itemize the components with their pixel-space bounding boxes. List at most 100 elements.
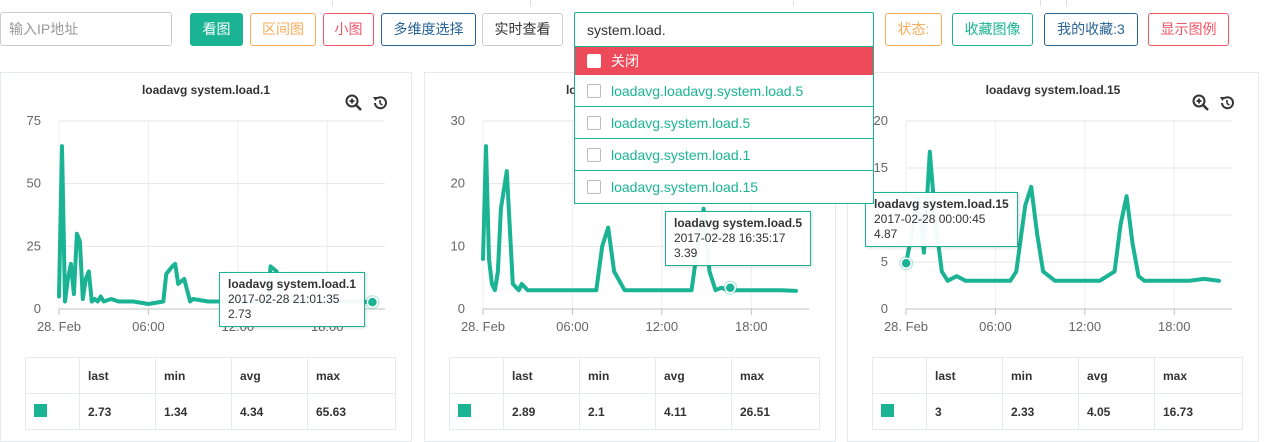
stats-value-row: 2.89 2.1 4.11 26.51 [449,393,820,430]
chart-tooltip: loadavg system.load.15 2017-02-28 00:00:… [865,192,1018,247]
y-tick-label: 75 [27,113,41,128]
dropdown-close-label: 关闭 [611,53,639,69]
series-color-cell [25,393,80,430]
tooltip-time: 2017-02-28 21:01:35 [228,292,340,306]
realtime-view-button[interactable]: 实时查看 [482,13,563,46]
stats-header-cell: max [731,357,820,394]
stats-value-row: 2.73 1.34 4.34 65.63 [25,393,396,430]
tooltip-series-name: loadavg system.load.1 [228,277,357,291]
stats-header-cell: min [579,357,656,394]
stats-header-cell: min [155,357,232,394]
stats-header-cell: last [503,357,580,394]
status-button[interactable]: 状态: [885,13,942,46]
y-tick-label: 15 [874,160,888,175]
stats-table: last min avg max 2.73 1.34 4.34 65.63 [25,357,396,430]
checkbox[interactable] [587,83,601,98]
chart-panel: 2015105028. Feb06:0012:0018:00 loadavg s… [847,72,1259,442]
view-graph-button[interactable]: 看图 [190,13,243,46]
y-tick-label: 50 [27,176,41,191]
stats-header-cell [449,357,504,394]
tooltip-series-name: loadavg system.load.5 [674,216,803,230]
series-swatch [34,403,47,417]
chart-panel: 755025028. Feb06:0012:0018:00 loadavg sy… [0,72,412,442]
y-tick-label: 20 [451,176,465,191]
x-tick-label: 06:00 [132,319,165,334]
stats-header-cell: min [1002,357,1079,394]
checkbox[interactable] [587,54,601,68]
stat-avg: 4.05 [1078,393,1155,430]
multi-dimension-button[interactable]: 多维度选择 [381,13,476,46]
tab-divider [793,0,854,6]
dropdown-item[interactable]: loadavg.system.load.15 [575,171,873,203]
stats-table: last min avg max 2.89 2.1 4.11 26.51 [449,357,820,430]
range-graph-button[interactable]: 区间图 [250,13,316,46]
dropdown-item-label: loadavg.system.load.15 [611,179,759,195]
reset-zoom-icon[interactable] [371,94,389,112]
dropdown-item[interactable]: loadavg.system.load.1 [575,139,873,171]
checkbox[interactable] [587,147,601,162]
show-legend-button[interactable]: 显示图例 [1148,13,1229,46]
checkbox[interactable] [587,180,601,194]
dropdown-item[interactable]: loadavg.system.load.5 [575,107,873,139]
browser-tabstrip [0,0,1276,6]
stats-header-cell: max [307,357,396,394]
tooltip-time: 2017-02-28 00:00:45 [874,212,986,226]
stat-avg: 4.34 [231,393,308,430]
tooltip-value: 3.39 [674,246,698,260]
favorite-image-button[interactable]: 收藏图像 [952,13,1033,46]
y-tick-label: 5 [881,254,888,269]
y-tick-label: 0 [458,301,465,316]
hover-point [366,296,379,308]
series-color-cell [872,393,927,430]
dropdown-item-label: loadavg.system.load.1 [611,146,751,163]
stat-last: 2.89 [503,393,580,430]
chart-toolbar [341,94,389,115]
small-graph-button[interactable]: 小图 [323,13,374,46]
stat-min: 1.34 [155,393,232,430]
y-tick-label: 10 [451,238,465,253]
checkbox[interactable] [587,115,601,130]
tooltip-time: 2017-02-28 16:35:17 [674,231,786,245]
stats-header-cell: avg [231,357,308,394]
stats-header-row: last min avg max [872,357,1243,394]
chart-tooltip: loadavg system.load.1 2017-02-28 21:01:3… [219,272,366,327]
stats-table: last min avg max 3 2.33 4.05 16.73 [872,357,1243,430]
series-color-cell [449,393,504,430]
tooltip-value: 2.73 [228,307,252,321]
x-tick-label: 18:00 [735,319,768,334]
series-swatch [881,403,894,417]
series-swatch [458,403,471,417]
ip-address-input[interactable] [0,12,172,46]
dropdown-item-label: loadavg.loadavg.system.load.5 [611,82,804,99]
y-tick-label: 20 [874,113,888,128]
reset-zoom-icon[interactable] [1218,94,1236,112]
toolbar: 看图 区间图 小图 多维度选择 实时查看 状态: 收藏图像 我的收藏:3 显示图… [0,12,1276,48]
x-tick-label: 12:00 [646,319,679,334]
metric-search-input[interactable] [574,12,874,47]
hover-point [724,282,736,294]
stat-max: 26.51 [731,393,820,430]
metric-dropdown: 关闭 loadavg.loadavg.system.load.5 loadavg… [574,46,874,204]
stats-header-cell [872,357,927,394]
hover-point [900,257,912,269]
stats-header-cell: last [926,357,1003,394]
dropdown-item[interactable]: loadavg.loadavg.system.load.5 [575,75,873,107]
x-tick-label: 18:00 [1158,319,1191,334]
tooltip-series-name: loadavg system.load.15 [874,197,1009,211]
zoom-in-icon[interactable] [1192,94,1210,112]
stat-min: 2.33 [1002,393,1079,430]
tab-divider [1066,0,1127,6]
y-tick-label: 30 [451,113,465,128]
stats-header-cell: max [1154,357,1243,394]
y-tick-label: 0 [34,301,41,316]
stat-avg: 4.11 [655,393,732,430]
x-tick-label: 06:00 [556,319,589,334]
stats-value-row: 3 2.33 4.05 16.73 [872,393,1243,430]
my-favorites-button[interactable]: 我的收藏:3 [1044,13,1138,46]
dropdown-close-item[interactable]: 关闭 [575,47,873,75]
tooltip-value: 4.87 [874,227,898,241]
stats-header-cell: avg [655,357,732,394]
chart-toolbar [1188,94,1236,115]
x-tick-label: 12:00 [1069,319,1102,334]
zoom-in-icon[interactable] [345,94,363,112]
